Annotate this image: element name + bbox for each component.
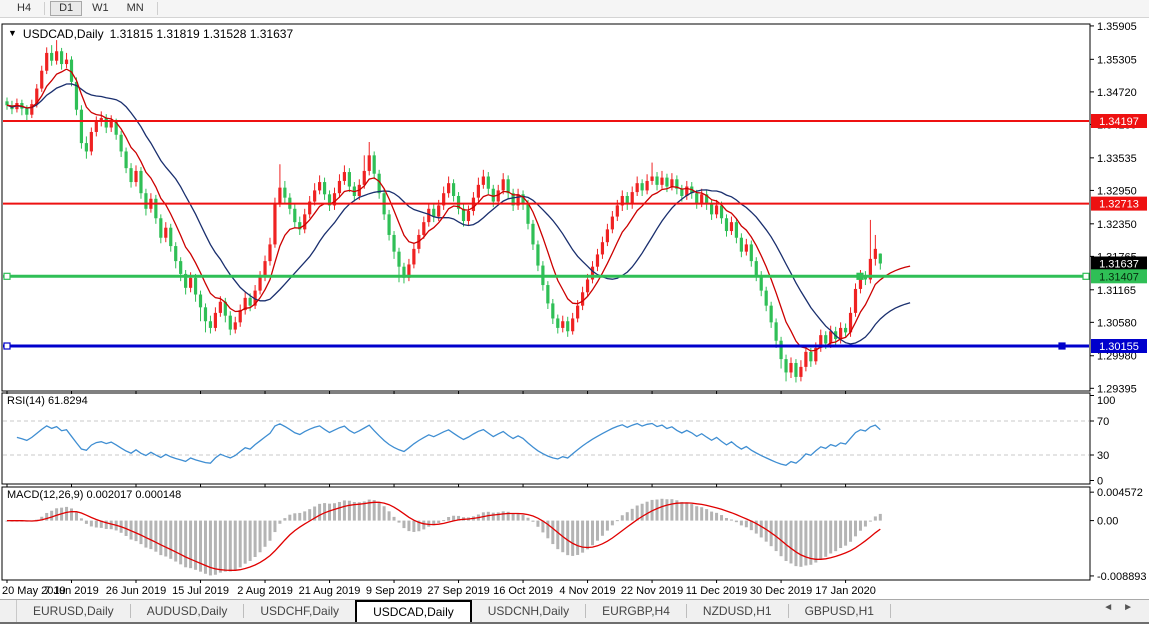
line-handle[interactable] (1083, 273, 1089, 279)
tab-usdcad-daily[interactable]: USDCAD,Daily (355, 600, 472, 622)
svg-text:27 Sep 2019: 27 Sep 2019 (427, 585, 489, 597)
svg-text:7 Jun 2019: 7 Jun 2019 (44, 585, 98, 597)
symbol-label: USDCAD,Daily (23, 27, 104, 41)
ohlc-values: 1.31815 1.31819 1.31528 1.31637 (110, 27, 294, 41)
price-badge: 1.32713 (1091, 197, 1147, 211)
tab-scroll-arrows: ◄► (1103, 602, 1143, 613)
chart-title-bar[interactable]: ▼ USDCAD,Daily 1.31815 1.31819 1.31528 1… (8, 27, 293, 41)
svg-text:1.29395: 1.29395 (1097, 383, 1137, 395)
svg-text:0: 0 (1097, 476, 1103, 488)
terminal-window: H4D1W1MN 1.359051.353051.347201.341351.3… (0, 0, 1149, 624)
tab-nzdusd-h1[interactable]: NZDUSD,H1 (687, 600, 788, 622)
macd-axis: 0.004572 0.00 -0.008893 (1090, 487, 1147, 583)
line-handle[interactable] (4, 343, 10, 349)
svg-text:100: 100 (1097, 395, 1115, 407)
rsi-indicator-label: RSI(14) 61.8294 (7, 395, 88, 407)
svg-text:2 Aug 2019: 2 Aug 2019 (237, 585, 293, 597)
svg-text:1.33535: 1.33535 (1097, 153, 1137, 165)
svg-text:1.31407: 1.31407 (1099, 271, 1139, 283)
price-badge: 1.31637 (1091, 257, 1147, 271)
svg-text:17 Jan 2020: 17 Jan 2020 (815, 585, 876, 597)
svg-text:70: 70 (1097, 416, 1109, 428)
tab-eurgbp-h4[interactable]: EURGBP,H4 (586, 600, 686, 622)
svg-text:11 Dec 2019: 11 Dec 2019 (686, 585, 748, 597)
tab-scroll-left-icon[interactable]: ◄ (1103, 602, 1123, 613)
tab-audusd-daily[interactable]: AUDUSD,Daily (131, 600, 244, 622)
svg-text:1.34720: 1.34720 (1097, 87, 1137, 99)
line-handle[interactable] (857, 273, 863, 279)
tab-eurusd-daily[interactable]: EURUSD,Daily (17, 600, 130, 622)
line-handle[interactable] (1059, 343, 1065, 349)
svg-text:15 Jul 2019: 15 Jul 2019 (172, 585, 229, 597)
svg-text:1.35905: 1.35905 (1097, 21, 1137, 33)
macd-indicator-label: MACD(12,26,9) 0.002017 0.000148 (7, 489, 181, 501)
svg-text:1.30155: 1.30155 (1099, 341, 1139, 353)
svg-text:0.004572: 0.004572 (1097, 487, 1143, 499)
tab-usdchf-daily[interactable]: USDCHF,Daily (244, 600, 355, 622)
price-badge: 1.31407 (1091, 269, 1147, 283)
chart-tab-bar: EURUSD,DailyAUDUSD,DailyUSDCHF,DailyUSDC… (0, 599, 1149, 624)
svg-text:16 Oct 2019: 16 Oct 2019 (493, 585, 553, 597)
svg-text:1.31637: 1.31637 (1099, 259, 1139, 271)
svg-text:1.32350: 1.32350 (1097, 219, 1137, 231)
svg-text:4 Nov 2019: 4 Nov 2019 (559, 585, 615, 597)
svg-text:1.35305: 1.35305 (1097, 54, 1137, 66)
price-badge: 1.34197 (1091, 114, 1147, 128)
svg-text:1.34197: 1.34197 (1099, 116, 1139, 128)
svg-text:1.32713: 1.32713 (1099, 199, 1139, 211)
svg-text:-0.008893: -0.008893 (1097, 571, 1147, 583)
tab-separator (890, 604, 891, 618)
svg-text:9 Sep 2019: 9 Sep 2019 (366, 585, 422, 597)
svg-text:0.00: 0.00 (1097, 516, 1118, 528)
svg-text:30 Dec 2019: 30 Dec 2019 (750, 585, 812, 597)
tab-usdcnh-daily[interactable]: USDCNH,Daily (472, 600, 585, 622)
svg-text:26 Jun 2019: 26 Jun 2019 (106, 585, 167, 597)
line-handle[interactable] (4, 273, 10, 279)
tab-gbpusd-h1[interactable]: GBPUSD,H1 (789, 600, 890, 622)
tab-scroll-right-icon[interactable]: ► (1123, 602, 1143, 613)
svg-text:1.32950: 1.32950 (1097, 185, 1137, 197)
price-badge: 1.30155 (1091, 339, 1147, 353)
svg-text:21 Aug 2019: 21 Aug 2019 (299, 585, 361, 597)
tab-bar-corner (0, 600, 17, 622)
svg-text:1.30580: 1.30580 (1097, 317, 1137, 329)
chart-canvas: 1.359051.353051.347201.341351.335351.329… (0, 0, 1149, 624)
svg-text:1.31165: 1.31165 (1097, 285, 1136, 297)
svg-text:30: 30 (1097, 450, 1109, 462)
collapse-triangle-icon[interactable]: ▼ (8, 28, 17, 38)
svg-text:22 Nov 2019: 22 Nov 2019 (621, 585, 683, 597)
